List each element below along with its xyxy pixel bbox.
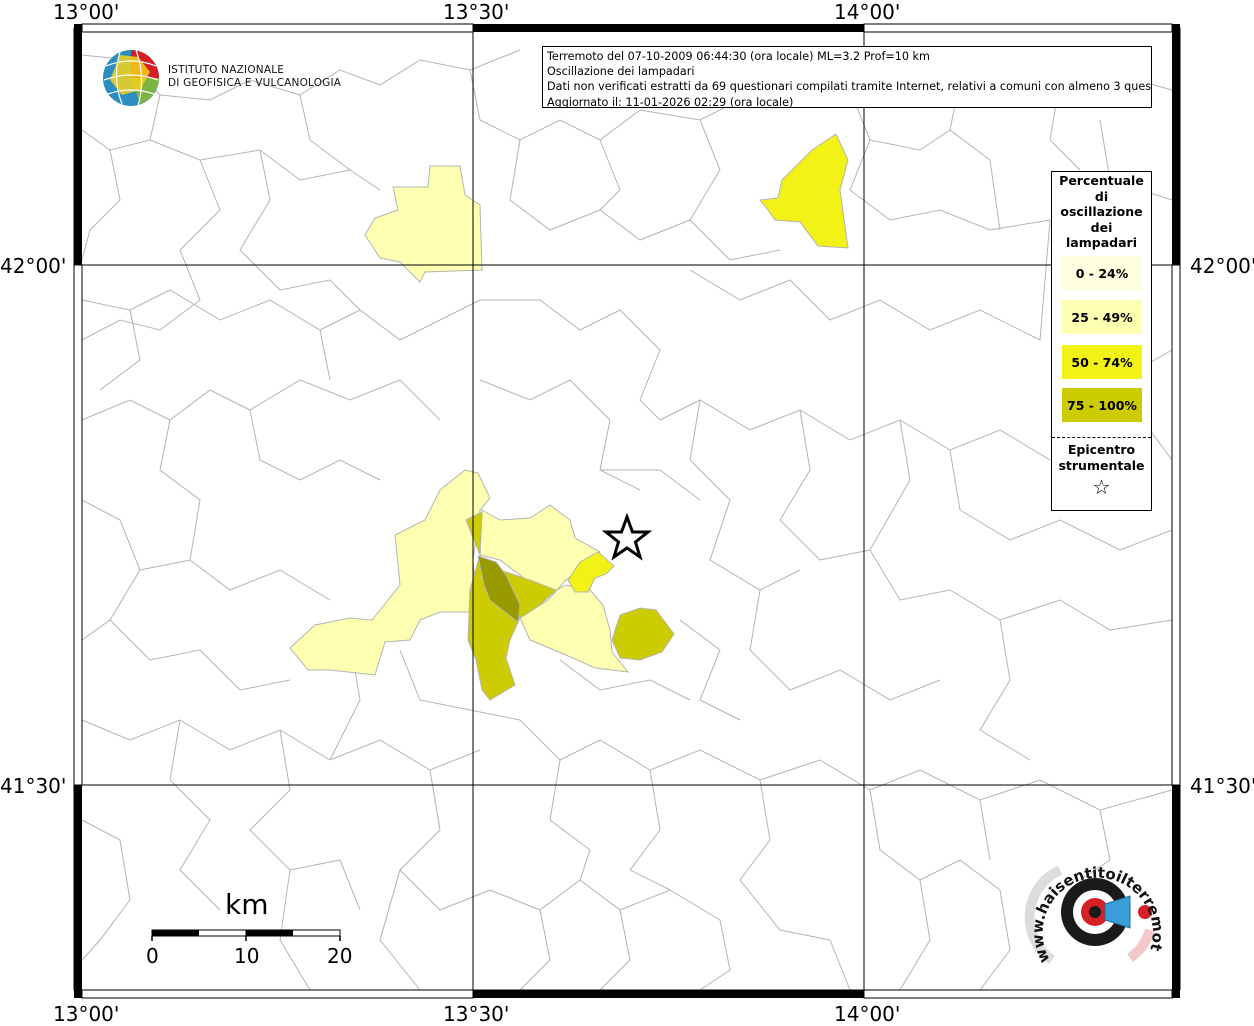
epicenter-star-icon xyxy=(601,512,653,561)
legend-class-25-49: 25 - 49% xyxy=(1062,300,1142,334)
legend-title-line: Percentuale xyxy=(1059,173,1144,188)
svg-text:www.haisentitoilterremoto.it: www.haisentitoilterremoto.it xyxy=(1030,850,1167,966)
event-title: Terremoto del 07-10-2009 06:44:30 (ora l… xyxy=(547,50,930,63)
area-50-74-northeast xyxy=(759,133,849,249)
scale-unit: km xyxy=(225,888,269,921)
data-note: Dati non verificati estratti da 69 quest… xyxy=(547,80,1152,94)
scale-label-10: 10 xyxy=(234,944,260,968)
felt-areas xyxy=(289,133,849,701)
legend-divider xyxy=(1052,437,1151,438)
legend-class-50-74: 50 - 74% xyxy=(1062,345,1142,379)
lon-label-top-1400: 14°00' xyxy=(834,0,901,24)
graticule xyxy=(82,30,1172,990)
scale-label-0: 0 xyxy=(146,944,159,968)
ingv-logo-icon xyxy=(103,49,159,107)
legend-star-icon: ☆ xyxy=(1092,475,1111,499)
lat-label-left-4130: 41°30' xyxy=(0,774,67,798)
ingv-line2: DI GEOFISICA E VULCANOLOGIA xyxy=(168,76,342,89)
lon-label-bottom-1300: 13°00' xyxy=(53,1002,120,1026)
area-75-100-southeast xyxy=(611,607,675,661)
lat-label-right-4200: 42°00' xyxy=(1190,254,1254,278)
legend-title-line: di xyxy=(1094,188,1109,204)
map-subject: Oscillazione dei lampadari xyxy=(547,65,695,79)
legend-epicenter-line1: Epicentro xyxy=(1067,442,1136,457)
legend: Percentuale di oscillazione dei lampadar… xyxy=(1051,171,1152,511)
frame xyxy=(73,23,1181,999)
haisentito-logo-text: www.haisentitoilterremoto.it xyxy=(1030,850,1167,966)
legend-title-line: oscillazione xyxy=(1060,204,1143,219)
scale-bar xyxy=(151,929,341,941)
ingv-logo-text: ISTITUTO NAZIONALE DI GEOFISICA E VULCAN… xyxy=(168,64,341,89)
legend-class-75-100: 75 - 100% xyxy=(1062,388,1142,422)
lat-label-left-4200: 42°00' xyxy=(0,254,67,278)
area-25-49-west-large xyxy=(289,469,491,676)
event-info-box: Terremoto del 07-10-2009 06:44:30 (ora l… xyxy=(542,46,1152,108)
legend-title-line: dei xyxy=(1090,219,1113,235)
legend-epicenter-line2: strumentale xyxy=(1058,458,1145,473)
lon-label-bottom-1330: 13°30' xyxy=(443,1002,510,1026)
lat-label-right-4130: 41°30' xyxy=(1190,774,1254,798)
update-time: Aggiornato il: 11-01-2026 02:29 (ora loc… xyxy=(547,95,794,108)
lon-label-top-1330: 13°30' xyxy=(443,0,510,24)
ingv-line1: ISTITUTO NAZIONALE xyxy=(168,64,285,76)
scale-label-20: 20 xyxy=(327,944,353,968)
legend-class-0-24: 0 - 24% xyxy=(1062,256,1142,290)
legend-title-line: lampadari xyxy=(1066,235,1137,250)
lon-label-bottom-1400: 14°00' xyxy=(834,1002,901,1026)
legend-title: Percentuale di oscillazione dei lampadar… xyxy=(1052,173,1151,251)
lon-label-top-1300: 13°00' xyxy=(53,0,120,24)
legend-epicenter-label: Epicentro strumentale xyxy=(1052,442,1151,474)
watermark-text: www.haisentitoilterremoto.it xyxy=(1030,850,1167,966)
